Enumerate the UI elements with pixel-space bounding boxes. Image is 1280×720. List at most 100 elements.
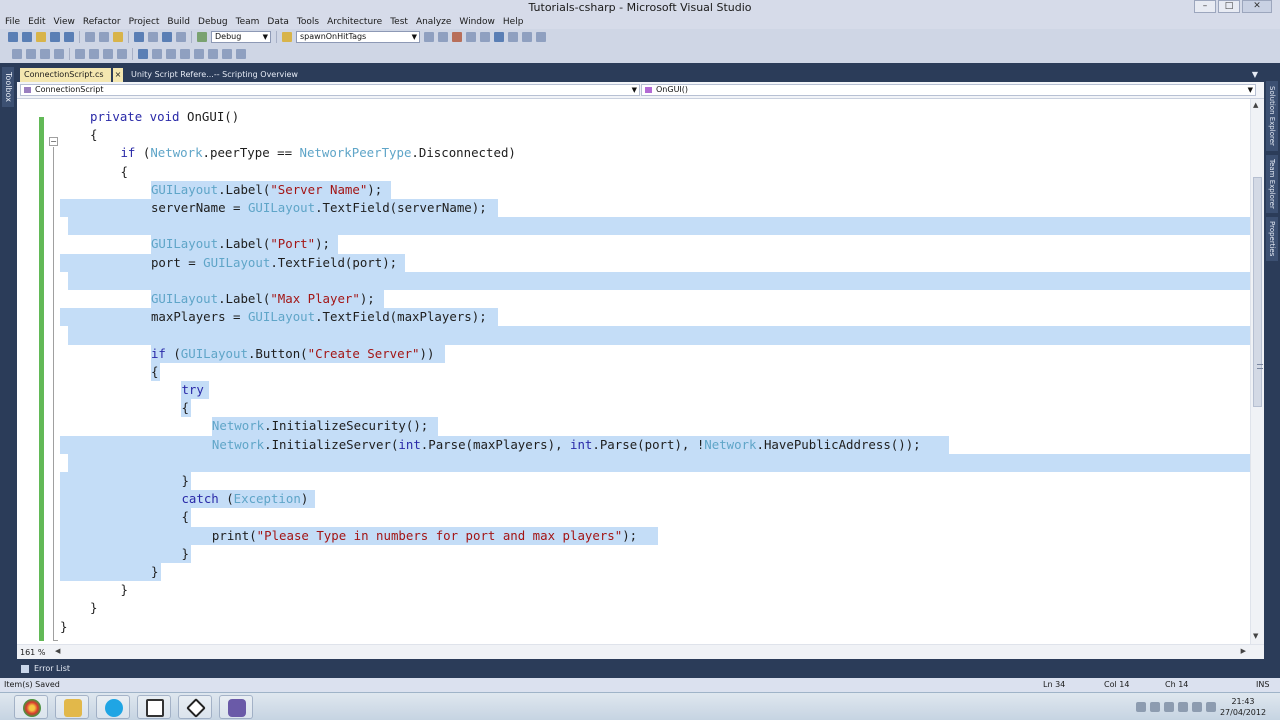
comment-lines-icon[interactable] <box>103 49 113 59</box>
code-line[interactable]: } <box>181 545 188 563</box>
code-line[interactable]: serverName = GUILayout.TextField(serverN… <box>151 199 487 217</box>
navigate-forward-icon[interactable] <box>176 32 186 42</box>
open-file-icon[interactable] <box>36 32 46 42</box>
tab-unity-script-reference[interactable]: Unity Script Refere...-- Scripting Overv… <box>127 68 302 82</box>
code-line[interactable]: { <box>120 163 127 181</box>
menu-tools[interactable]: Tools <box>293 15 323 29</box>
bookmark-folder-icon[interactable] <box>194 49 204 59</box>
code-editor[interactable]: ConnectionScript ▼ OnGUI() ▼ − private v… <box>17 82 1264 659</box>
action-center-icon[interactable] <box>1178 702 1188 712</box>
scrollbar-thumb[interactable] <box>1253 177 1263 407</box>
scroll-up-icon[interactable]: ▲ <box>1253 101 1258 109</box>
configuration-dropdown[interactable]: Debug ▼ <box>211 31 271 43</box>
member-dropdown[interactable]: OnGUI() ▼ <box>641 84 1256 96</box>
tab-connectionscript[interactable]: ConnectionScript.cs <box>20 68 111 82</box>
toolbar-options-icon[interactable] <box>536 32 546 42</box>
complete-word-icon[interactable] <box>54 49 64 59</box>
vertical-scrollbar[interactable]: ▲ ▼ <box>1250 99 1264 644</box>
properties-icon[interactable] <box>438 32 448 42</box>
clock[interactable]: 21:43 27/04/2012 <box>1218 696 1268 718</box>
cut-icon[interactable] <box>85 32 95 42</box>
visual-studio-taskbar-button[interactable] <box>219 695 253 719</box>
toolbar-options-icon[interactable] <box>236 49 246 59</box>
chrome-taskbar-button[interactable] <box>14 695 48 719</box>
menu-debug[interactable]: Debug <box>194 15 232 29</box>
code-line[interactable]: } <box>120 581 127 599</box>
menu-build[interactable]: Build <box>163 15 194 29</box>
clear-bookmarks-icon[interactable] <box>180 49 190 59</box>
increase-indent-icon[interactable] <box>89 49 99 59</box>
code-line[interactable]: } <box>181 472 188 490</box>
collapse-outline-button[interactable]: − <box>49 137 58 146</box>
code-line[interactable]: { <box>90 126 97 144</box>
menu-data[interactable]: Data <box>263 15 293 29</box>
paste-icon[interactable] <box>113 32 123 42</box>
code-area[interactable]: private void OnGUI(){if (Network.peerTyp… <box>60 99 1250 644</box>
tab-list-dropdown-icon[interactable]: ▼ <box>1252 70 1258 79</box>
code-line[interactable]: { <box>181 508 188 526</box>
find-dropdown[interactable]: spawnOnHitTags ▼ <box>296 31 420 43</box>
save-all-icon[interactable] <box>64 32 74 42</box>
code-line[interactable]: { <box>151 363 158 381</box>
start-page-icon[interactable] <box>508 32 518 42</box>
code-line[interactable]: } <box>151 563 158 581</box>
object-browser-icon[interactable] <box>452 32 462 42</box>
code-line[interactable]: GUILayout.Label("Port"); <box>151 235 330 253</box>
class-dropdown[interactable]: ConnectionScript ▼ <box>20 84 640 96</box>
tray-app-icon[interactable] <box>1150 702 1160 712</box>
new-project-icon[interactable] <box>8 32 18 42</box>
code-line[interactable]: maxPlayers = GUILayout.TextField(maxPlay… <box>151 308 487 326</box>
parameter-info-icon[interactable] <box>26 49 36 59</box>
bookmark-next-folder-icon[interactable] <box>208 49 218 59</box>
bookmark-prev-folder-icon[interactable] <box>222 49 232 59</box>
menu-help[interactable]: Help <box>499 15 528 29</box>
properties-tab[interactable]: Properties <box>1266 217 1278 261</box>
undo-icon[interactable] <box>134 32 144 42</box>
toolbox-tab[interactable]: Toolbox <box>2 67 14 107</box>
menu-edit[interactable]: Edit <box>24 15 49 29</box>
menu-view[interactable]: View <box>50 15 79 29</box>
team-explorer-tab[interactable]: Team Explorer <box>1266 155 1278 213</box>
close-tab-icon[interactable]: × <box>113 68 123 82</box>
unity-taskbar-button[interactable] <box>178 695 212 719</box>
menu-team[interactable]: Team <box>232 15 264 29</box>
code-line[interactable]: Network.InitializeSecurity(); <box>212 417 428 435</box>
solution-explorer-icon[interactable] <box>424 32 434 42</box>
toggle-bookmark-icon[interactable] <box>138 49 148 59</box>
extension-manager-icon[interactable] <box>494 32 504 42</box>
decrease-indent-icon[interactable] <box>75 49 85 59</box>
code-line[interactable]: } <box>60 618 67 636</box>
window-taskbar-button[interactable] <box>137 695 171 719</box>
navigate-back-icon[interactable] <box>162 32 172 42</box>
next-bookmark-icon[interactable] <box>166 49 176 59</box>
save-icon[interactable] <box>50 32 60 42</box>
scroll-down-icon[interactable]: ▼ <box>1253 632 1258 640</box>
redo-icon[interactable] <box>148 32 158 42</box>
add-item-icon[interactable] <box>22 32 32 42</box>
quick-info-icon[interactable] <box>40 49 50 59</box>
tools-icon[interactable] <box>480 32 490 42</box>
code-line[interactable]: GUILayout.Label("Max Player"); <box>151 290 375 308</box>
menu-window[interactable]: Window <box>455 15 499 29</box>
error-list-tab[interactable]: Error List <box>18 662 76 676</box>
menu-project[interactable]: Project <box>125 15 164 29</box>
network-icon[interactable] <box>1192 702 1202 712</box>
code-line[interactable]: { <box>181 399 188 417</box>
previous-bookmark-icon[interactable] <box>152 49 162 59</box>
code-line[interactable]: port = GUILayout.TextField(port); <box>151 254 397 272</box>
member-list-icon[interactable] <box>12 49 22 59</box>
code-line[interactable]: if (GUILayout.Button("Create Server")) <box>151 345 435 363</box>
code-line[interactable]: private void OnGUI() <box>90 108 239 126</box>
code-line[interactable]: print("Please Type in numbers for port a… <box>212 527 637 545</box>
volume-icon[interactable] <box>1206 702 1216 712</box>
menu-file[interactable]: File <box>0 15 24 29</box>
explorer-taskbar-button[interactable] <box>55 695 89 719</box>
command-window-icon[interactable] <box>522 32 532 42</box>
minimize-button[interactable]: – <box>1194 0 1216 13</box>
code-line[interactable]: Network.InitializeServer(int.Parse(maxPl… <box>212 436 921 454</box>
scroll-right-icon[interactable]: ▶ <box>1241 647 1246 655</box>
code-line[interactable]: try <box>181 381 203 399</box>
skype-taskbar-button[interactable] <box>96 695 130 719</box>
code-line[interactable]: } <box>90 599 97 617</box>
menu-analyze[interactable]: Analyze <box>412 15 455 29</box>
